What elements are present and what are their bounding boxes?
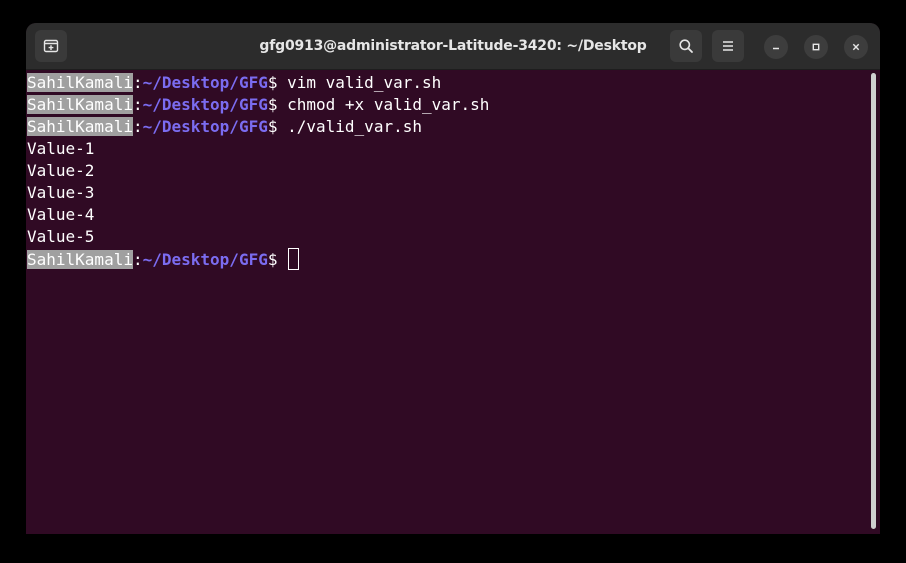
new-tab-icon xyxy=(43,39,59,53)
prompt-separator: : xyxy=(132,250,143,269)
prompt-separator: : xyxy=(132,117,143,136)
text-cursor xyxy=(288,248,300,270)
prompt-path: ~/Desktop/GFG xyxy=(142,250,268,269)
prompt-user: SahilKamali xyxy=(27,250,133,269)
maximize-button[interactable] xyxy=(804,35,828,59)
command-text: vim valid_var.sh xyxy=(277,73,442,92)
scrollbar[interactable] xyxy=(871,73,876,529)
terminal-output: SahilKamali:~/Desktop/GFG$ vim valid_var… xyxy=(27,72,489,270)
minimize-button[interactable] xyxy=(764,35,788,59)
output-line: Value-4 xyxy=(27,205,95,224)
output-line: Value-2 xyxy=(27,161,95,180)
title-bar[interactable]: gfg0913@administrator-Latitude-3420: ~/D… xyxy=(26,23,880,70)
command-text: ./valid_var.sh xyxy=(277,117,422,136)
command-line: SahilKamali:~/Desktop/GFG$ vim valid_var… xyxy=(27,72,489,94)
window-title: gfg0913@administrator-Latitude-3420: ~/D… xyxy=(259,38,647,54)
close-icon xyxy=(852,43,860,51)
prompt-path: ~/Desktop/GFG xyxy=(142,73,268,92)
prompt-user: SahilKamali xyxy=(27,117,133,136)
close-button[interactable] xyxy=(844,35,868,59)
output-line: Value-3 xyxy=(27,183,95,202)
new-tab-button[interactable] xyxy=(35,30,67,62)
command-text: chmod +x valid_var.sh xyxy=(277,95,490,114)
search-button[interactable] xyxy=(670,30,702,62)
command-line: SahilKamali:~/Desktop/GFG$ ./valid_var.s… xyxy=(27,116,489,138)
active-prompt-line[interactable]: SahilKamali:~/Desktop/GFG$ xyxy=(27,248,489,270)
output-line: Value-1 xyxy=(27,139,95,158)
maximize-icon xyxy=(812,43,820,51)
prompt-path: ~/Desktop/GFG xyxy=(142,95,268,114)
command-line: SahilKamali:~/Desktop/GFG$ chmod +x vali… xyxy=(27,94,489,116)
prompt-separator: : xyxy=(132,95,143,114)
terminal-area[interactable]: SahilKamali:~/Desktop/GFG$ vim valid_var… xyxy=(26,70,880,534)
prompt-user: SahilKamali xyxy=(27,95,133,114)
prompt-user: SahilKamali xyxy=(27,73,133,92)
prompt-path: ~/Desktop/GFG xyxy=(142,117,268,136)
minimize-icon xyxy=(773,47,779,50)
terminal-window: gfg0913@administrator-Latitude-3420: ~/D… xyxy=(26,23,880,534)
menu-button[interactable] xyxy=(712,30,744,62)
prompt-separator: : xyxy=(132,73,143,92)
hamburger-menu-icon xyxy=(723,41,733,51)
search-icon xyxy=(679,39,693,53)
output-line: Value-5 xyxy=(27,227,95,246)
